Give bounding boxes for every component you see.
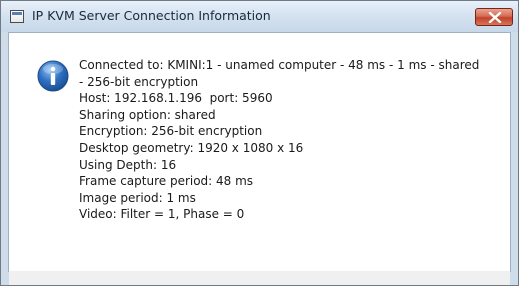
dialog-window: IP KVM Server Connection Information Con… (0, 0, 519, 286)
message-line: Host: 192.168.1.196 port: 5960 (79, 91, 273, 106)
close-icon (488, 12, 502, 23)
message-line: Sharing option: shared (79, 107, 216, 122)
message-line: Connected to: KMINI:1 - unamed computer … (79, 58, 480, 72)
message-text: Connected to: KMINI:1 - unamed computer … (79, 57, 499, 223)
message-line: - 256-bit encryption (79, 74, 199, 89)
application-icon (10, 10, 24, 23)
dialog-footer (9, 271, 510, 285)
title-bar[interactable]: IP KVM Server Connection Information (1, 1, 518, 32)
message-line: Image period: 1 ms (79, 190, 196, 205)
message-line: Desktop geometry: 1920 x 1080 x 16 (79, 140, 304, 155)
close-button[interactable] (475, 8, 513, 26)
information-icon (37, 60, 69, 92)
window-title: IP KVM Server Connection Information (32, 8, 271, 23)
message-line: Video: Filter = 1, Phase = 0 (79, 207, 245, 222)
dialog-content: Connected to: KMINI:1 - unamed computer … (8, 32, 511, 272)
message-line: Encryption: 256-bit encryption (79, 124, 263, 139)
message-line: Frame capture period: 48 ms (79, 174, 254, 189)
message-line: Using Depth: 16 (79, 157, 177, 172)
